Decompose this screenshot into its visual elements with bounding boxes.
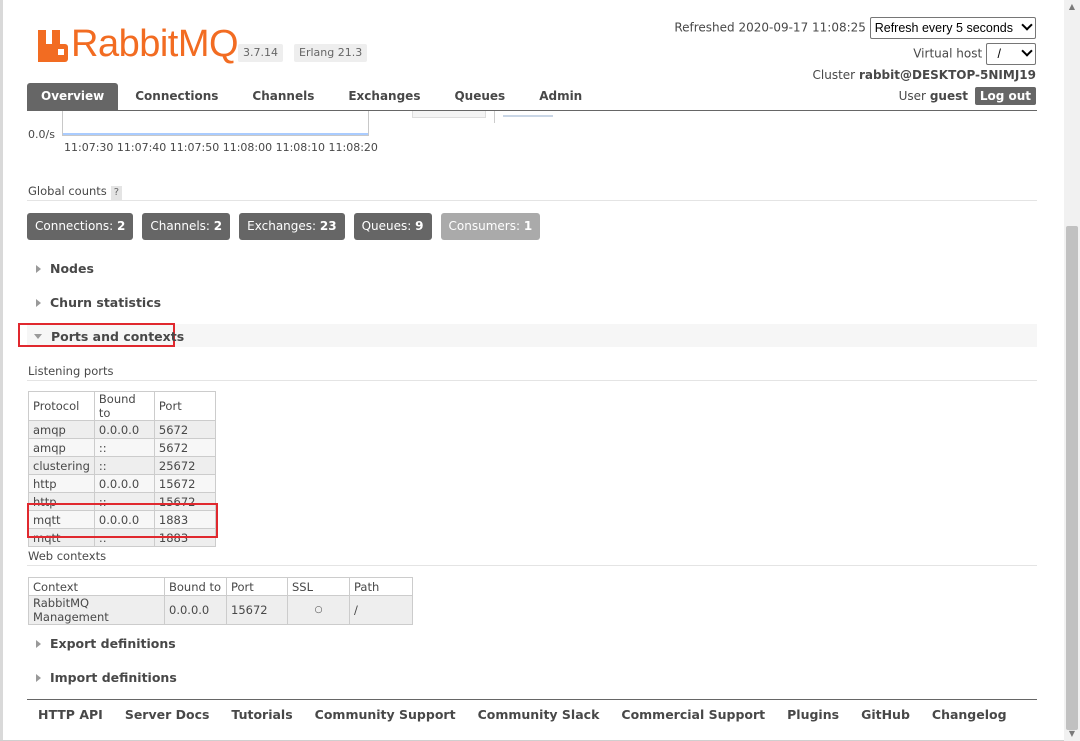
legend-divider xyxy=(494,111,495,123)
user-label: User xyxy=(898,89,926,103)
tab-connections[interactable]: Connections xyxy=(118,83,235,110)
window-left-edge xyxy=(0,0,3,741)
chevron-down-icon xyxy=(1021,45,1033,57)
footer-links: HTTP API Server Docs Tutorials Community… xyxy=(38,707,1029,722)
footer-link-community-support[interactable]: Community Support xyxy=(315,707,456,722)
queues-count-button[interactable]: Queues: 9 xyxy=(353,213,432,240)
chevron-down-icon xyxy=(1021,19,1033,31)
divider xyxy=(27,565,1037,566)
user-row: User guest Log out xyxy=(899,87,1036,105)
tab-channels[interactable]: Channels xyxy=(235,83,331,110)
footer-link-http-api[interactable]: HTTP API xyxy=(38,707,103,722)
table-row: amqp:: 5672 xyxy=(28,438,216,457)
table-row: amqp 0.0.0.0 5672 xyxy=(28,420,216,439)
cluster-name: rabbit@DESKTOP-5NIMJ19 xyxy=(858,68,1036,82)
tab-exchanges[interactable]: Exchanges xyxy=(331,83,437,110)
cluster-row: Cluster rabbit@DESKTOP-5NIMJ19 xyxy=(813,68,1036,82)
logo-text: RabbitMQ xyxy=(71,23,239,65)
virtual-host-select[interactable]: / xyxy=(986,43,1036,65)
web-contexts-heading: Web contexts xyxy=(28,549,107,563)
connections-count-button[interactable]: Connections: 2 xyxy=(27,213,134,240)
listening-ports-heading: Listening ports xyxy=(28,364,114,378)
col-port: Port xyxy=(226,577,288,596)
refresh-interval-select[interactable]: Refresh every 5 seconds xyxy=(869,17,1036,39)
section-export-toggle[interactable]: Export definitions xyxy=(36,636,176,651)
footer-link-commercial-support[interactable]: Commercial Support xyxy=(621,707,765,722)
scroll-up-arrow-icon[interactable]: ▲ xyxy=(1064,0,1080,14)
virtual-host-label: Virtual host xyxy=(913,46,983,61)
disk-write-value xyxy=(503,111,553,117)
main-nav-tabs: Overview Connections Channels Exchanges … xyxy=(27,83,599,110)
table-row: http 0.0.0.0 15672 xyxy=(28,474,216,493)
channels-count-button[interactable]: Channels: 2 xyxy=(142,213,231,240)
tab-admin[interactable]: Admin xyxy=(522,83,599,110)
footer-link-tutorials[interactable]: Tutorials xyxy=(231,707,292,722)
consumers-count-button[interactable]: Consumers: 1 xyxy=(440,213,541,240)
caret-down-icon xyxy=(34,334,42,339)
col-protocol: Protocol xyxy=(28,391,95,421)
footer-link-community-slack[interactable]: Community Slack xyxy=(478,707,600,722)
section-import-toggle[interactable]: Import definitions xyxy=(36,670,177,685)
divider xyxy=(27,200,1037,201)
help-icon[interactable]: ? xyxy=(110,186,123,200)
footer-link-server-docs[interactable]: Server Docs xyxy=(125,707,210,722)
refresh-row: Refreshed 2020-09-17 11:08:25 Refresh ev… xyxy=(674,17,1036,39)
col-bound-to: Bound to xyxy=(164,577,227,596)
global-counts-heading: Global counts? xyxy=(28,184,123,200)
col-bound-to: Bound to xyxy=(93,391,155,421)
col-ssl: SSL xyxy=(287,577,350,596)
section-nodes-toggle[interactable]: Nodes xyxy=(36,261,94,276)
section-ports-toggle[interactable]: Ports and contexts xyxy=(34,329,184,344)
table-row: clustering:: 25672 xyxy=(28,456,216,475)
tab-overview[interactable]: Overview xyxy=(27,83,119,110)
chart-x-ticks: 11:07:30 11:07:40 11:07:50 11:08:00 11:0… xyxy=(64,141,378,154)
user-name: guest xyxy=(929,89,968,103)
ssl-off-icon: ○ xyxy=(287,595,350,625)
table-header-row: Protocol Bound to Port xyxy=(28,391,216,421)
caret-right-icon xyxy=(36,298,41,307)
erlang-version-badge: Erlang 21.3 xyxy=(294,44,368,62)
footer-link-plugins[interactable]: Plugins xyxy=(787,707,839,722)
refreshed-timestamp: Refreshed 2020-09-17 11:08:25 xyxy=(674,20,866,35)
caret-right-icon xyxy=(36,264,41,273)
footer-link-changelog[interactable]: Changelog xyxy=(932,707,1007,722)
table-row: RabbitMQ Management 0.0.0.0 15672 ○ / xyxy=(28,595,413,625)
web-contexts-table: Context Bound to Port SSL Path RabbitMQ … xyxy=(28,577,413,625)
scrollbar-thumb[interactable] xyxy=(1066,226,1078,730)
section-churn-toggle[interactable]: Churn statistics xyxy=(36,295,161,310)
rabbitmq-mark-icon xyxy=(38,30,68,62)
cluster-label: Cluster xyxy=(812,68,856,82)
message-rate-chart xyxy=(62,111,369,136)
logout-button[interactable]: Log out xyxy=(974,87,1036,105)
col-context: Context xyxy=(28,577,165,596)
vhost-row: Virtual host / xyxy=(913,43,1036,65)
scroll-down-arrow-icon[interactable]: ▼ xyxy=(1064,727,1080,741)
global-counts-badges: Connections: 2 Channels: 2 Exchanges: 23… xyxy=(27,213,549,240)
col-path: Path xyxy=(349,577,413,596)
tab-queues[interactable]: Queues xyxy=(437,83,522,110)
chart-y-label: 0.0/s xyxy=(28,128,55,141)
rabbitmq-logo[interactable]: RabbitMQ TM xyxy=(38,22,249,65)
exchanges-count-button[interactable]: Exchanges: 23 xyxy=(239,213,345,240)
col-port: Port xyxy=(153,391,216,421)
footer-link-github[interactable]: GitHub xyxy=(861,707,910,722)
divider xyxy=(27,380,1037,381)
caret-right-icon xyxy=(36,673,41,682)
disk-write-legend xyxy=(412,111,486,118)
version-badge: 3.7.14 xyxy=(238,44,283,62)
table-header-row: Context Bound to Port SSL Path xyxy=(28,577,413,596)
highlight-box-mqtt xyxy=(27,503,218,538)
caret-right-icon xyxy=(36,639,41,648)
